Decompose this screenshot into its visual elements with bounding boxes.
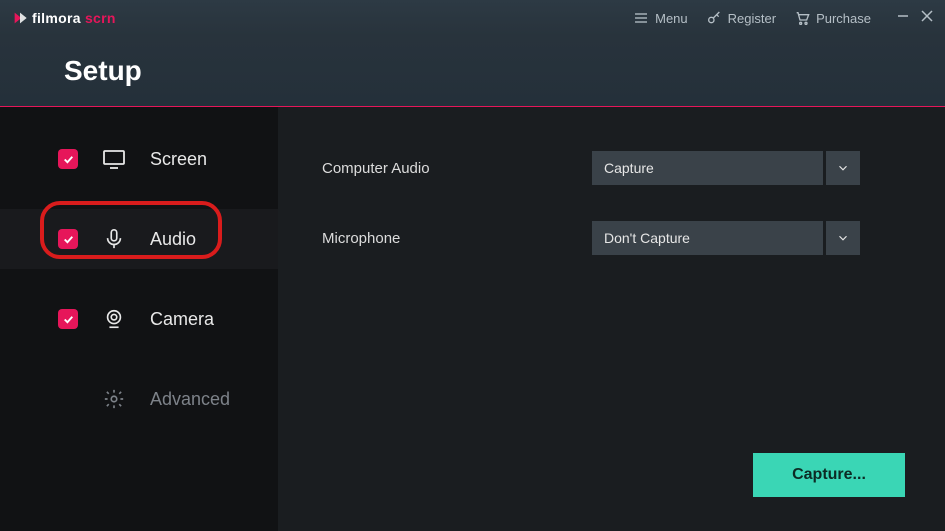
sidebar-item-camera[interactable]: Camera — [0, 289, 278, 349]
sidebar: Screen Audio Camera — [0, 107, 278, 531]
checkbox-advanced-empty — [58, 389, 78, 409]
microphone-value[interactable]: Don't Capture — [592, 221, 823, 255]
sidebar-item-label: Camera — [150, 309, 214, 330]
sidebar-item-label: Advanced — [150, 389, 230, 410]
hamburger-icon — [633, 10, 649, 26]
purchase-label: Purchase — [816, 11, 871, 26]
sidebar-item-label: Screen — [150, 149, 207, 170]
titlebar: filmora scrn Menu Register Purchase — [0, 0, 945, 36]
microphone-row: Microphone Don't Capture — [322, 221, 911, 255]
close-button[interactable] — [921, 9, 933, 27]
sidebar-item-advanced[interactable]: Advanced — [0, 369, 278, 429]
monitor-icon — [102, 147, 126, 171]
computer-audio-label: Computer Audio — [322, 160, 572, 177]
sidebar-item-audio[interactable]: Audio — [0, 209, 278, 269]
menu-button[interactable]: Menu — [633, 10, 688, 26]
checkbox-audio[interactable] — [58, 229, 78, 249]
logo-text: filmora scrn — [32, 10, 116, 26]
page-title: Setup — [64, 55, 142, 87]
computer-audio-select[interactable]: Capture — [592, 151, 860, 185]
main-panel: Computer Audio Capture Microphone Don't … — [278, 107, 945, 531]
chevron-down-icon — [836, 161, 850, 175]
computer-audio-row: Computer Audio Capture — [322, 151, 911, 185]
register-label: Register — [728, 11, 776, 26]
cart-icon — [794, 10, 810, 26]
microphone-dropdown-button[interactable] — [826, 221, 860, 255]
register-button[interactable]: Register — [706, 10, 776, 26]
gear-icon — [102, 387, 126, 411]
sidebar-item-screen[interactable]: Screen — [0, 129, 278, 189]
purchase-button[interactable]: Purchase — [794, 10, 871, 26]
app-logo: filmora scrn — [12, 10, 116, 26]
mic-icon — [102, 227, 126, 251]
content: Screen Audio Camera — [0, 107, 945, 531]
checkbox-camera[interactable] — [58, 309, 78, 329]
computer-audio-value[interactable]: Capture — [592, 151, 823, 185]
sidebar-item-label: Audio — [150, 229, 196, 250]
webcam-icon — [102, 307, 126, 331]
menu-label: Menu — [655, 11, 688, 26]
chevron-down-icon — [836, 231, 850, 245]
key-icon — [706, 10, 722, 26]
titlebar-right: Menu Register Purchase — [633, 9, 933, 27]
minimize-button[interactable] — [897, 9, 909, 27]
microphone-label: Microphone — [322, 230, 572, 247]
logo-icon — [12, 10, 28, 26]
checkbox-screen[interactable] — [58, 149, 78, 169]
computer-audio-dropdown-button[interactable] — [826, 151, 860, 185]
capture-button[interactable]: Capture... — [753, 453, 905, 497]
header: Setup — [0, 36, 945, 106]
microphone-select[interactable]: Don't Capture — [592, 221, 860, 255]
